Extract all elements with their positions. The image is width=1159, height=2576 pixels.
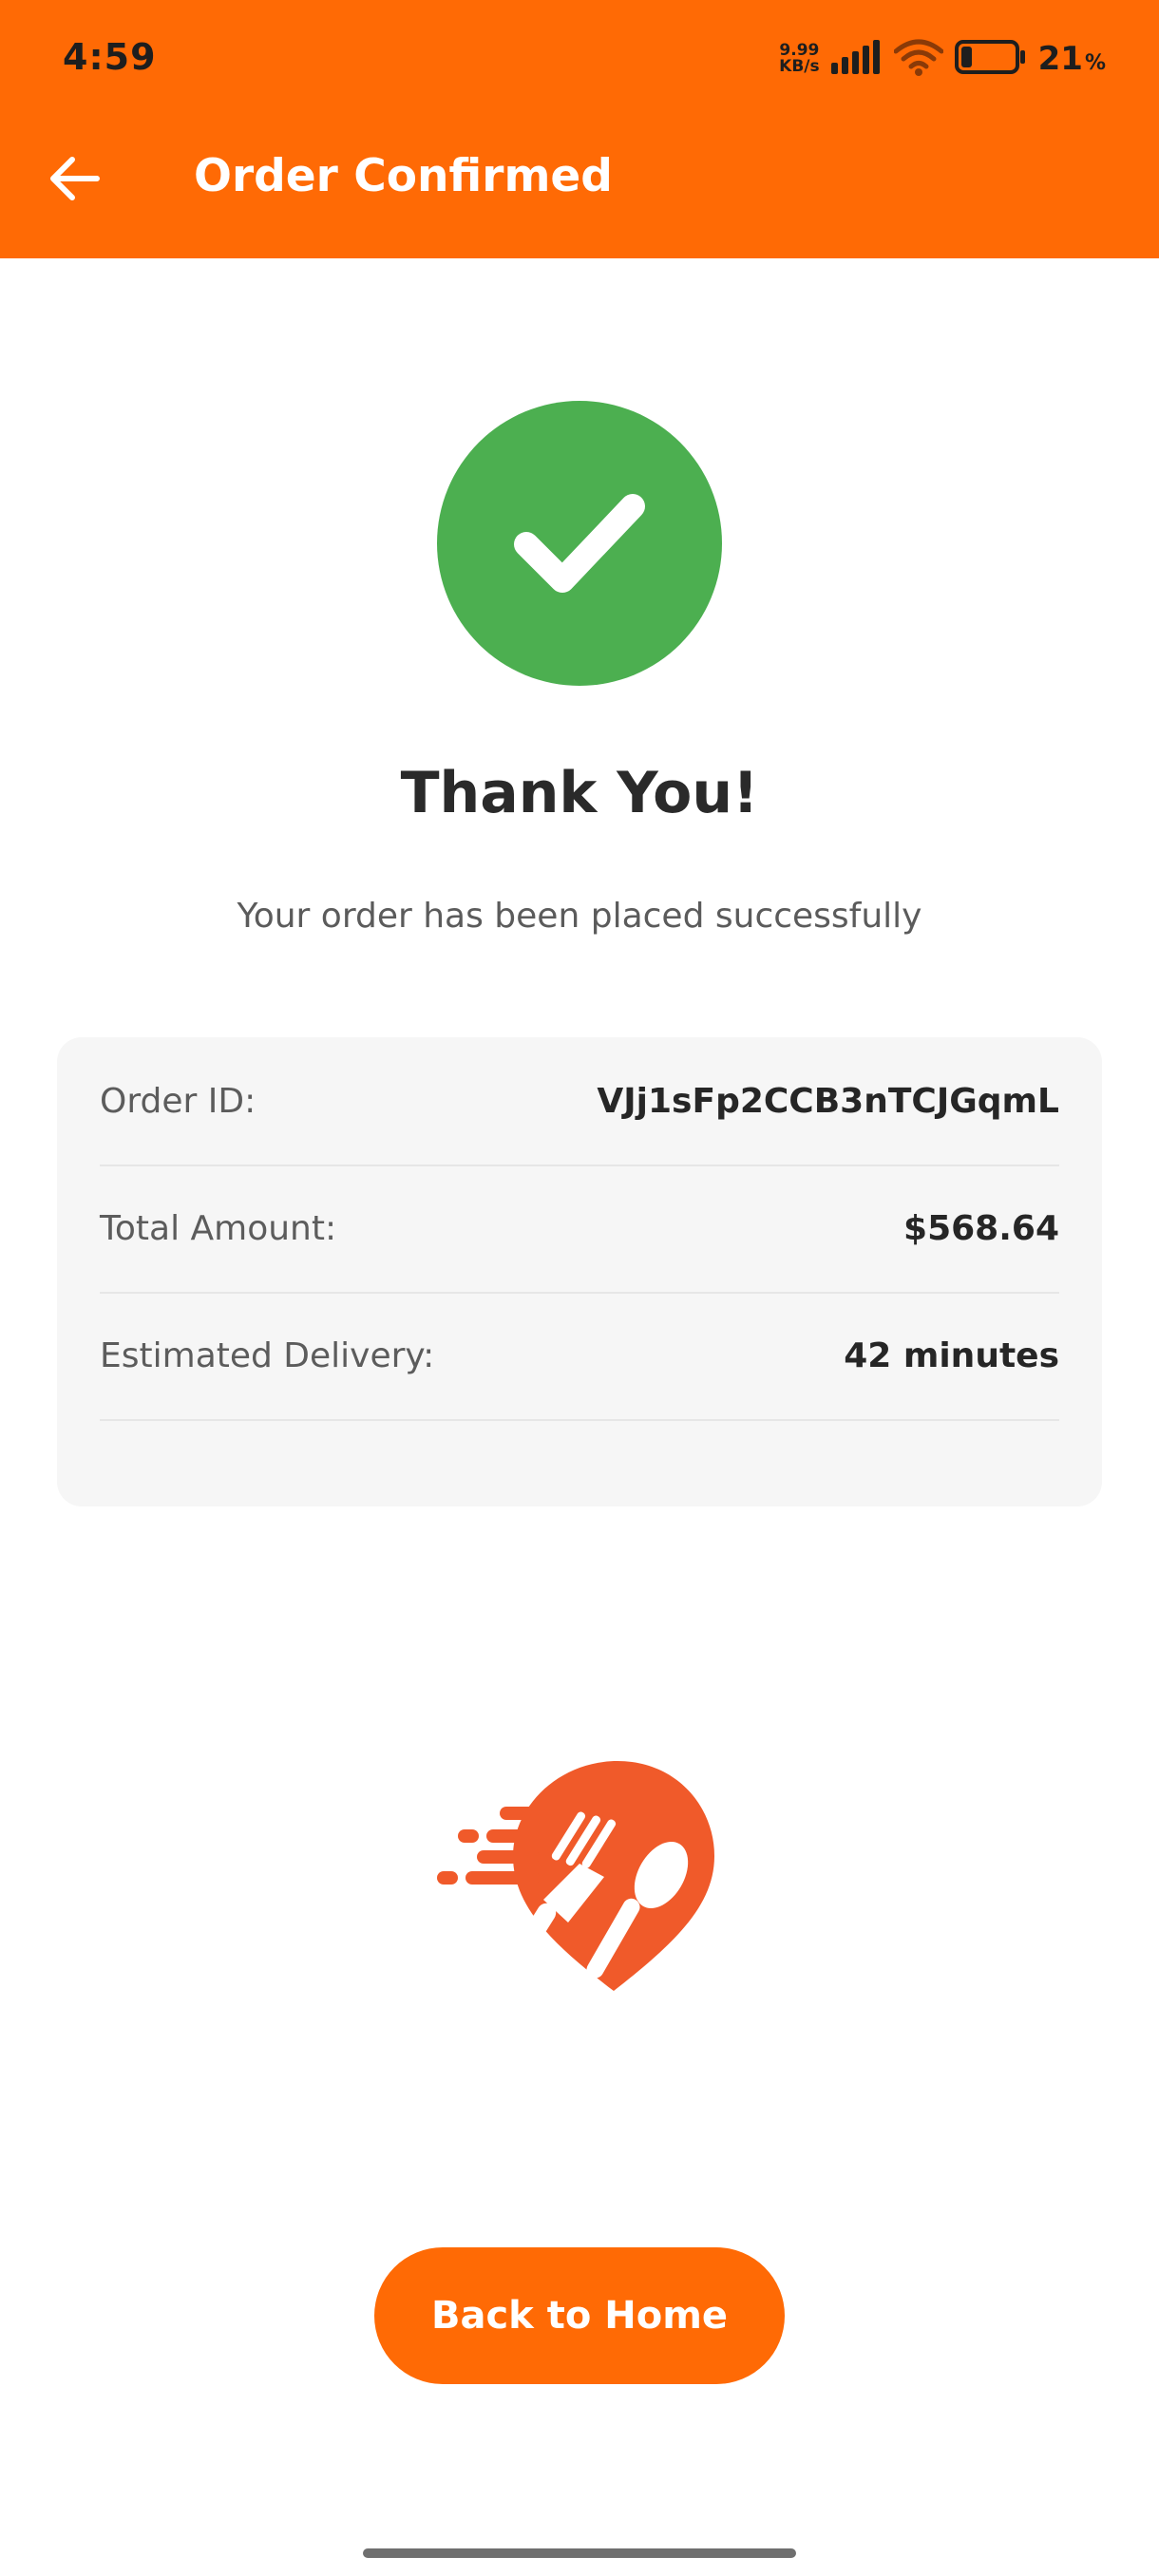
page-title: Order Confirmed <box>194 150 613 202</box>
wifi-icon <box>893 38 944 80</box>
network-speed-unit: KB/s <box>779 57 820 76</box>
estimated-delivery-label: Estimated Delivery: <box>100 1335 435 1375</box>
order-id-label: Order ID: <box>100 1081 256 1121</box>
order-id-row: Order ID: VJj1sFp2CCB3nTCJGqmL <box>100 1037 1059 1166</box>
food-delivery-logo-icon <box>437 1757 722 1995</box>
order-id-value: VJj1sFp2CCB3nTCJGqmL <box>597 1081 1059 1121</box>
app-bar: 4:59 9.99 KB/s 21 % Order Confirmed <box>0 0 1159 258</box>
total-amount-value: $568.64 <box>903 1208 1059 1248</box>
back-to-home-button[interactable]: Back to Home <box>374 2247 785 2384</box>
battery-percent: 21 % <box>1038 40 1106 78</box>
battery-percent-value: 21 <box>1037 40 1083 78</box>
home-indicator-bar[interactable] <box>363 2548 796 2558</box>
battery-icon <box>954 40 1027 78</box>
estimated-delivery-row: Estimated Delivery: 42 minutes <box>100 1292 1059 1421</box>
success-badge <box>437 401 722 686</box>
total-amount-label: Total Amount: <box>100 1208 337 1248</box>
success-message: Your order has been placed successfully <box>237 897 922 936</box>
order-confirmed-screen: 4:59 9.99 KB/s 21 % Order Confirmed Than… <box>0 0 1159 2576</box>
total-amount-row: Total Amount: $568.64 <box>100 1165 1059 1294</box>
back-button[interactable] <box>38 142 110 215</box>
checkmark-icon <box>514 494 645 593</box>
battery-percent-sign: % <box>1084 51 1106 75</box>
estimated-delivery-value: 42 minutes <box>844 1335 1059 1375</box>
order-details-card: Order ID: VJj1sFp2CCB3nTCJGqmL Total Amo… <box>57 1037 1102 1506</box>
status-time: 4:59 <box>63 36 157 78</box>
arrow-left-icon <box>50 157 100 200</box>
thank-you-heading: Thank You! <box>400 760 759 826</box>
network-speed: 9.99 KB/s <box>779 43 819 75</box>
signal-icon <box>830 40 883 78</box>
status-icons: 9.99 KB/s 21 % <box>779 36 1106 82</box>
